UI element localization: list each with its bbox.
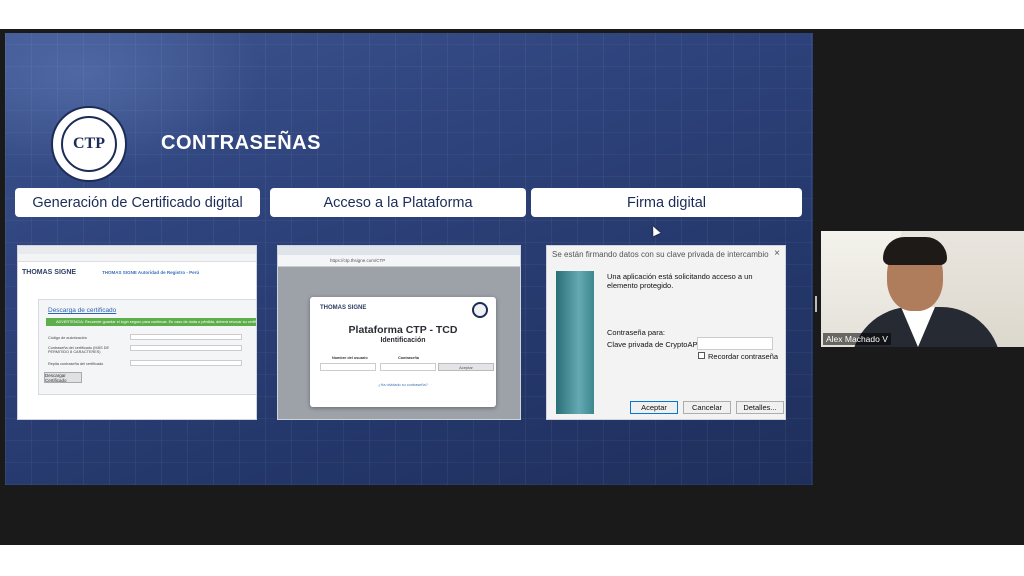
dialog-cancel-button: Cancelar	[683, 401, 731, 414]
remember-checkbox	[698, 352, 705, 359]
cert-password-label: Contraseña del certificado (MÁS DE PERMI…	[48, 346, 109, 354]
password-label: Contraseña	[398, 356, 419, 360]
close-icon: ×	[774, 248, 780, 259]
slide-title: CONTRASEÑAS	[161, 132, 321, 154]
browser-address-bar: https://ctp.thsigne.com/CTP	[278, 255, 520, 267]
username-field	[320, 363, 376, 371]
accept-button: Aceptar	[438, 363, 494, 371]
ctp-logo: CTP	[51, 106, 127, 182]
forgot-password-link: ¿Ha olvidado su contraseña?	[378, 383, 428, 387]
dialog-title: Se están firmando datos con su clave pri…	[552, 250, 769, 259]
dialog-accept-button: Aceptar	[630, 401, 678, 414]
login-card: THOMAS SIGNE Plataforma CTP - TCD Identi…	[310, 297, 496, 407]
thomas-signe-logo: THOMAS SIGNE	[22, 268, 77, 276]
step-signature-label: Firma digital	[531, 188, 802, 217]
browser-address-bar	[18, 254, 256, 262]
participant-video[interactable]: Alex Machado V	[821, 231, 1024, 347]
repeat-password-field	[130, 360, 242, 366]
ctp-badge-icon	[472, 302, 488, 318]
dialog-message: Una aplicación está solicitando acceso a…	[607, 272, 753, 290]
download-certificate-button: Descargar Certificado	[44, 372, 82, 383]
browser-tabs	[278, 246, 520, 255]
repeat-password-label: Repita contraseña del certificado	[48, 362, 104, 366]
slide: CTP CONTRASEÑAS Generación de Certificad…	[5, 33, 813, 485]
platform-screenshot: https://ctp.thsigne.com/CTP THOMAS SIGNE…	[277, 245, 521, 420]
platform-background: THOMAS SIGNE Plataforma CTP - TCD Identi…	[278, 267, 520, 419]
platform-subtitle: Identificación	[380, 337, 426, 344]
auth-code-label: Código de autorización	[48, 336, 87, 340]
certificate-screenshot: THOMAS SIGNE THOMAS SIGNE Autoridad de R…	[17, 245, 257, 420]
panel-resize-handle[interactable]	[815, 296, 817, 312]
download-certificate-link: Descarga de certificado	[48, 307, 117, 314]
thomas-signe-logo: THOMAS SIGNE	[320, 305, 367, 311]
certificate-header-title: THOMAS SIGNE Autoridad de Registro - Per…	[102, 269, 200, 275]
remember-label: Recordar contraseña	[708, 352, 779, 361]
dialog-details-button: Detalles...	[736, 401, 784, 414]
auth-code-field	[130, 334, 242, 340]
signature-dialog-screenshot: Se están firmando datos con su clave pri…	[546, 245, 786, 420]
step-access-label: Acceso a la Plataforma	[270, 188, 526, 217]
certificate-warning: ADVERTENCIA: Recuerde guardar el login s…	[46, 318, 256, 326]
step-generation-label: Generación de Certificado digital	[15, 188, 260, 217]
dialog-password-field	[697, 337, 773, 350]
private-key-label: Clave privada de CryptoAP	[607, 340, 698, 349]
certificate-header: THOMAS SIGNE THOMAS SIGNE Autoridad de R…	[18, 262, 256, 282]
ctp-logo-emblem: CTP	[61, 116, 117, 172]
participant-hair	[883, 237, 947, 265]
platform-title: Plataforma CTP - TCD	[348, 324, 458, 336]
key-illustration	[556, 271, 594, 414]
participant-name: Alex Machado V	[823, 333, 891, 345]
username-label: Nombre del usuario	[332, 356, 368, 360]
password-for-label: Contraseña para:	[607, 328, 665, 337]
browser-tabs	[18, 246, 256, 254]
password-field	[380, 363, 436, 371]
cert-password-field	[130, 345, 242, 351]
